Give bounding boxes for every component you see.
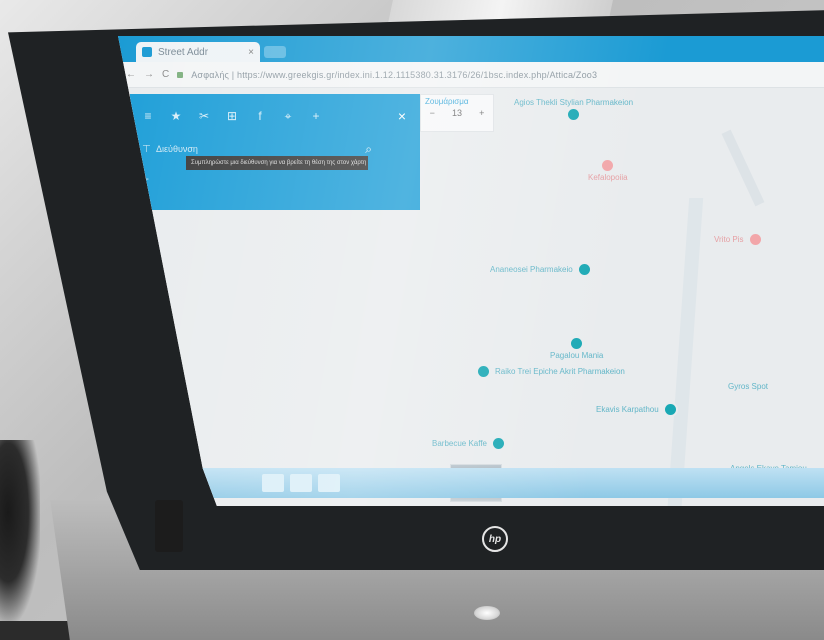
measure-icon[interactable]: ✂: [196, 109, 212, 123]
zoom-control: Ζουμάρισμα − 13 +: [420, 94, 494, 132]
hp-logo: hp: [482, 526, 508, 552]
zoom-out-button[interactable]: −: [430, 108, 435, 118]
os-taskbar: [202, 468, 824, 498]
zoom-row: − 13 +: [421, 108, 493, 118]
poi-label: Ananeosei Pharmakeio: [490, 265, 573, 274]
panel-toolbar: ≡ ★ ✂ ⊞ f ⌖ + ×: [140, 104, 410, 128]
lock-icon: [177, 71, 184, 78]
map-poi[interactable]: Vrito Pis: [714, 234, 761, 245]
taskbar-app[interactable]: [262, 474, 284, 492]
tab-title: Street Addr: [158, 46, 209, 58]
hair-foreground: [0, 440, 40, 621]
map-pin-icon[interactable]: [571, 338, 583, 349]
poi-label: Vrito Pis: [714, 235, 744, 244]
zoom-label: Ζουμάρισμα: [425, 97, 469, 106]
map-poi[interactable]: Gyros Spot: [728, 382, 768, 391]
reload-icon[interactable]: C: [162, 69, 169, 80]
star-icon[interactable]: ★: [168, 109, 184, 123]
browser-tab[interactable]: Street Addr ×: [136, 42, 260, 62]
map-road: [721, 129, 765, 207]
zoom-in-button[interactable]: +: [479, 108, 484, 118]
map-road: [666, 198, 704, 506]
poi-label: Ekavis Karpathou: [596, 405, 659, 414]
map-poi[interactable]: Pagalou Mania: [550, 338, 603, 360]
facebook-icon[interactable]: f: [252, 109, 268, 123]
poi-label: Pagalou Mania: [550, 351, 604, 360]
location-marker-icon: ⊤: [142, 143, 151, 155]
power-led: [474, 606, 500, 620]
new-tab-button[interactable]: [264, 46, 286, 58]
map-tool-panel: ≡ ★ ✂ ⊞ f ⌖ + × ⊤ Διεύθυνση ⌕ Συμπληρώστ…: [130, 94, 420, 210]
map-poi[interactable]: Kefalopoiia: [588, 160, 628, 182]
search-icon[interactable]: ⌕: [365, 142, 372, 157]
map-poi[interactable]: Barbecue Kaffe: [432, 438, 505, 449]
poi-label: Agios Thekli Stylian Pharmakeion: [514, 98, 634, 107]
url-field[interactable]: Ασφαλής | https://www.greekgis.gr/index.…: [191, 70, 597, 80]
forward-icon[interactable]: →: [144, 69, 154, 80]
map-canvas[interactable]: ≡ ★ ✂ ⊞ f ⌖ + × ⊤ Διεύθυνση ⌕ Συμπληρώστ…: [118, 88, 824, 506]
poi-label: Raiko Trei Epiche Akrit Pharmakeion: [495, 367, 625, 376]
poi-label: Kefalopoiia: [588, 173, 628, 182]
taskbar-app[interactable]: [318, 474, 340, 492]
address-search-input[interactable]: Διεύθυνση: [156, 144, 365, 154]
search-tooltip: Συμπληρώστε μια διεύθυνση για να βρείτε …: [186, 156, 368, 170]
map-pin-icon[interactable]: [578, 264, 590, 275]
laptop-screen: Street Addr × ← → C Ασφαλής | https://ww…: [118, 36, 824, 506]
plus-icon[interactable]: +: [308, 109, 324, 123]
menu-icon[interactable]: ≡: [140, 109, 156, 123]
map-poi[interactable]: Ananeosei Pharmakeio: [490, 264, 590, 275]
close-icon[interactable]: ×: [394, 108, 410, 124]
taskbar-app[interactable]: [290, 474, 312, 492]
map-pin-icon[interactable]: [568, 109, 580, 120]
back-icon[interactable]: ←: [126, 69, 136, 80]
poi-label: Barbecue Kaffe: [432, 439, 488, 448]
map-pin-icon[interactable]: [493, 438, 505, 449]
map-pin-icon[interactable]: [749, 234, 761, 245]
hinge-tab: [155, 500, 183, 552]
tab-close-icon[interactable]: ×: [248, 47, 254, 58]
poi-label: Gyros Spot: [728, 382, 769, 391]
map-pin-icon[interactable]: [602, 160, 614, 171]
browser-tab-strip: Street Addr ×: [118, 36, 824, 62]
map-poi[interactable]: Raiko Trei Epiche Akrit Pharmakeion: [478, 366, 625, 377]
site-favicon-icon: [142, 47, 152, 57]
map-poi[interactable]: Agios Thekli Stylian Pharmakeion: [514, 98, 633, 120]
route-icon[interactable]: ⌖: [280, 109, 296, 124]
map-pin-icon[interactable]: [664, 404, 676, 415]
zoom-level: 13: [451, 108, 462, 118]
map-pin-icon[interactable]: [478, 366, 489, 377]
address-bar: ← → C Ασφαλής | https://www.greekgis.gr/…: [118, 62, 824, 88]
map-poi[interactable]: Ekavis Karpathou: [596, 404, 676, 415]
layers-icon[interactable]: ⊞: [224, 109, 240, 123]
